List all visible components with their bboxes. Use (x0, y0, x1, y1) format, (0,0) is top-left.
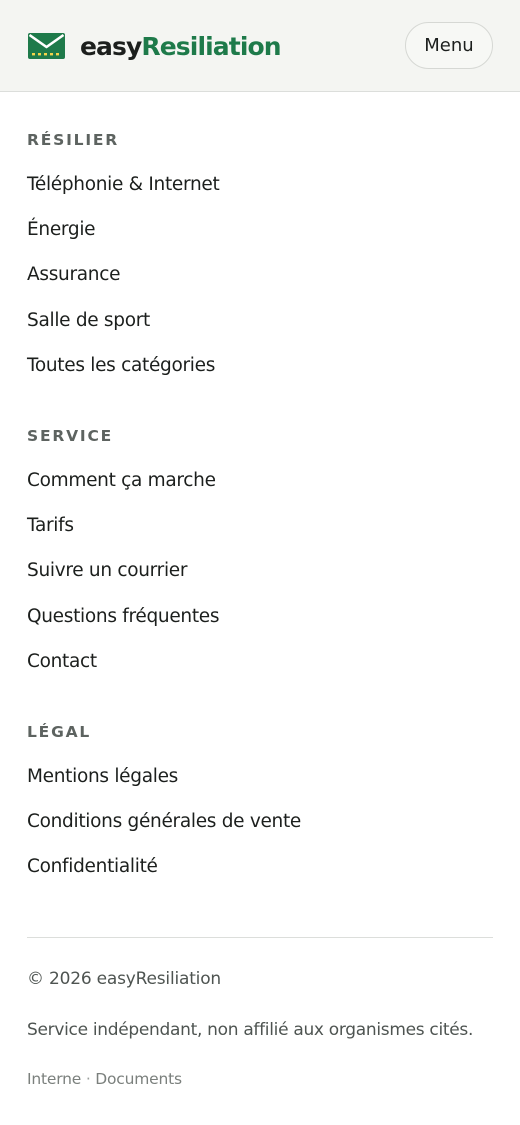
nav-section-resilier: RÉSILIER Téléphonie & Internet Énergie A… (27, 130, 493, 388)
envelope-icon (28, 33, 65, 59)
list-item: Confidentialité (27, 844, 493, 889)
copyright-text: © 2026 easyResiliation (27, 969, 221, 990)
footer-link-documents[interactable]: Documents (95, 1070, 182, 1088)
nav-link-energie[interactable]: Énergie (27, 219, 96, 240)
list-item: Questions fréquentes (27, 594, 493, 639)
nav-list: Mentions légales Conditions générales de… (27, 754, 493, 890)
nav-link-mentions-legales[interactable]: Mentions légales (27, 766, 178, 787)
list-item: Assurance (27, 252, 493, 297)
footer-link-separator: · (85, 1070, 91, 1089)
list-item: Salle de sport (27, 298, 493, 343)
brand-logo-link[interactable]: easyResiliation (28, 26, 282, 66)
list-item: Comment ça marche (27, 458, 493, 503)
footer-link-interne[interactable]: Interne (27, 1070, 81, 1088)
list-item: Conditions générales de vente (27, 799, 493, 844)
nav-link-tarifs[interactable]: Tarifs (27, 515, 74, 536)
nav-link-salle-de-sport[interactable]: Salle de sport (27, 310, 150, 331)
site-footer: © 2026 easyResiliation Service indépenda… (27, 937, 493, 1090)
nav-list: Téléphonie & Internet Énergie Assurance … (27, 162, 493, 388)
footer-links: Interne · Documents (27, 1068, 493, 1090)
nav-link-comment-ca-marche[interactable]: Comment ça marche (27, 470, 216, 491)
disclaimer-text: Service indépendant, non affilié aux org… (27, 1020, 474, 1041)
nav-list: Comment ça marche Tarifs Suivre un courr… (27, 458, 493, 684)
list-item: Suivre un courrier (27, 548, 493, 593)
list-item: Toutes les catégories (27, 343, 493, 388)
site-header: easyResiliation Menu (0, 0, 520, 92)
list-item: Tarifs (27, 503, 493, 548)
list-item: Contact (27, 639, 493, 684)
section-heading: SERVICE (27, 426, 114, 445)
nav-section-service: SERVICE Comment ça marche Tarifs Suivre … (27, 426, 493, 684)
nav-link-confidentialite[interactable]: Confidentialité (27, 856, 158, 877)
nav-link-contact[interactable]: Contact (27, 651, 97, 672)
list-item: Énergie (27, 207, 493, 252)
brand-name: easyResiliation (80, 31, 282, 61)
nav-link-toutes-categories[interactable]: Toutes les catégories (27, 355, 215, 376)
list-item: Mentions légales (27, 754, 493, 799)
nav-link-suivre-courrier[interactable]: Suivre un courrier (27, 560, 187, 581)
section-heading: LÉGAL (27, 722, 92, 741)
nav-link-conditions-generales[interactable]: Conditions générales de vente (27, 811, 301, 832)
brand-name-part1: easy (80, 31, 142, 61)
section-heading: RÉSILIER (27, 131, 120, 149)
menu-button[interactable]: Menu (405, 22, 493, 69)
nav-section-legal: LÉGAL Mentions légales Conditions généra… (27, 722, 493, 890)
main-navigation: RÉSILIER Téléphonie & Internet Énergie A… (0, 130, 520, 889)
nav-link-assurance[interactable]: Assurance (27, 264, 120, 285)
nav-link-questions-frequentes[interactable]: Questions fréquentes (27, 606, 220, 627)
brand-name-part2: Resiliation (141, 31, 281, 61)
list-item: Téléphonie & Internet (27, 162, 493, 207)
nav-link-telephonie-internet[interactable]: Téléphonie & Internet (27, 174, 220, 195)
